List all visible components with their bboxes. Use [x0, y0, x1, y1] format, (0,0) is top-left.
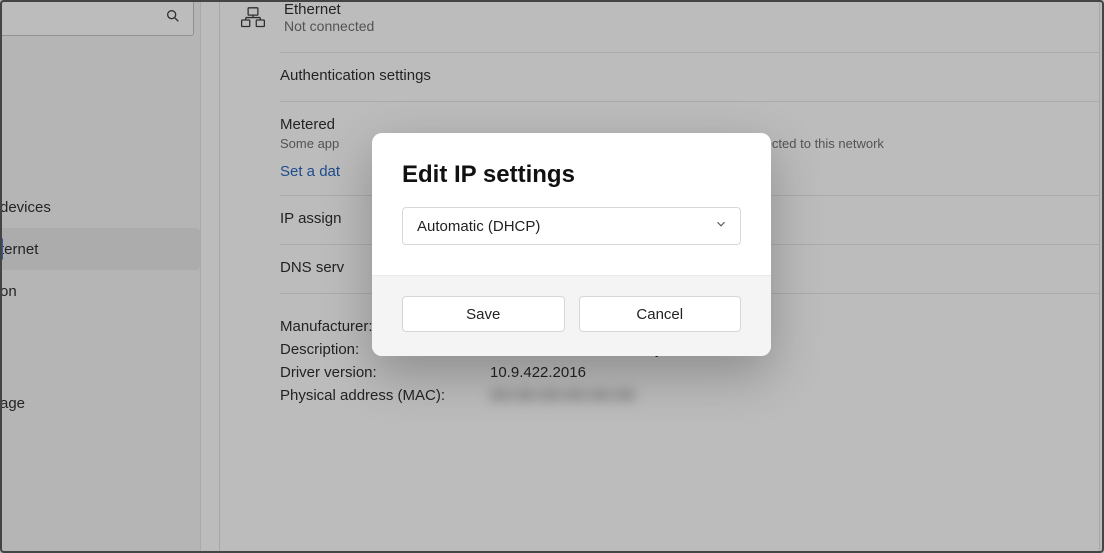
ip-settings-dropdown[interactable]: Automatic (DHCP)	[402, 207, 741, 245]
dropdown-value: Automatic (DHCP)	[417, 218, 540, 235]
save-button[interactable]: Save	[402, 296, 565, 332]
dialog-title: Edit IP settings	[402, 161, 741, 189]
edit-ip-settings-dialog: Edit IP settings Automatic (DHCP) Save C…	[372, 133, 771, 356]
chevron-down-icon	[714, 217, 728, 235]
cancel-button[interactable]: Cancel	[579, 296, 742, 332]
